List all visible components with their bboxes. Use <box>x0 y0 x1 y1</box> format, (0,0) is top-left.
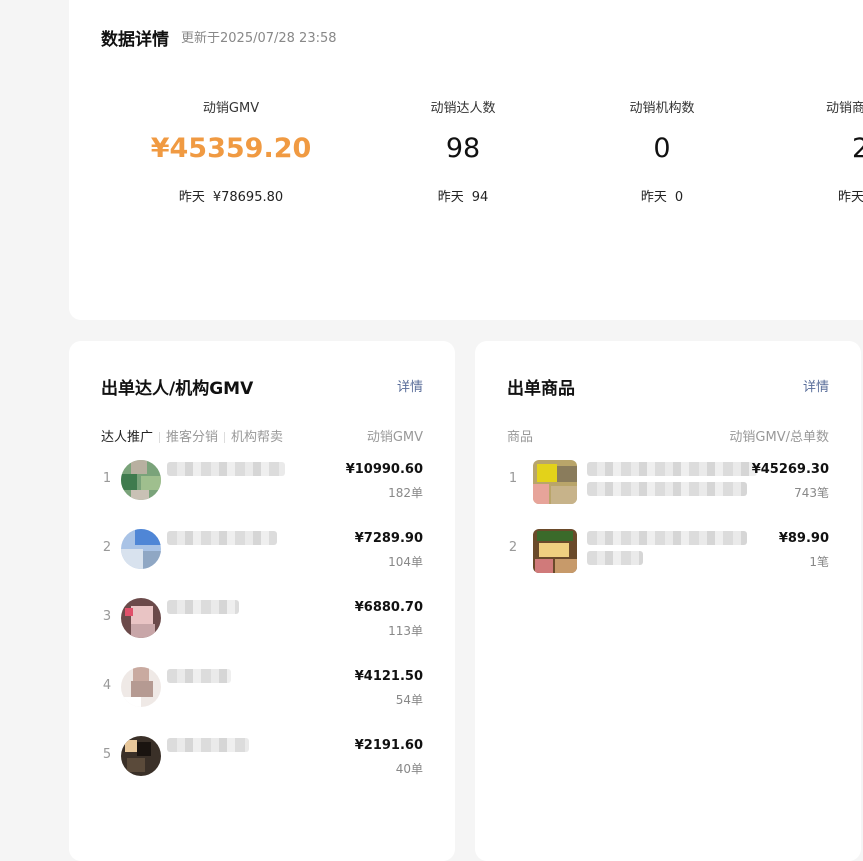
metric-agencies: 动销机构数 0 昨天 0 <box>562 100 762 205</box>
product-thumbnail <box>533 460 577 504</box>
blurred-name <box>167 531 277 545</box>
yesterday-value: ¥78695.80 <box>212 190 284 205</box>
yesterday-value: 0 <box>674 190 684 205</box>
metric-value: 2 <box>852 133 863 164</box>
yesterday-label: 昨天 <box>838 190 863 205</box>
avatar <box>121 736 161 776</box>
blurred-name <box>167 669 231 683</box>
list-item[interactable]: 5 ¥2191.60 40单 <box>101 732 423 780</box>
metric-products: 动销商 2 昨天 <box>826 100 863 205</box>
metric-gmv: 动销GMV ¥45359.20 昨天 ¥78695.80 <box>131 100 331 205</box>
products-card: 出单商品 详情 商品 动销GMV/总单数 1 ¥45269.30 743笔 2 … <box>475 341 861 861</box>
creators-detail-link[interactable]: 详情 <box>397 376 423 395</box>
avatar <box>121 460 161 500</box>
yesterday-label: 昨天 <box>178 190 205 205</box>
avatar <box>121 529 161 569</box>
section-title: 出单商品 <box>507 379 575 399</box>
order-count: 113单 <box>388 624 423 638</box>
list-item[interactable]: 1 ¥10990.60 182单 <box>101 456 423 504</box>
metric-value: 98 <box>445 133 481 164</box>
order-count: 54单 <box>395 693 423 707</box>
metric-yesterday: 昨天 0 <box>562 186 762 205</box>
metric-yesterday: 昨天 ¥78695.80 <box>131 186 331 205</box>
blurred-name <box>167 738 249 752</box>
order-count: 182单 <box>388 486 423 500</box>
blurred-name <box>587 531 747 545</box>
gmv-value: ¥10990.60 <box>345 462 423 477</box>
yesterday-label: 昨天 <box>437 190 464 205</box>
gmv-value: ¥7289.90 <box>354 531 423 546</box>
order-count: 104单 <box>388 555 423 569</box>
list-item[interactable]: 4 ¥4121.50 54单 <box>101 663 423 711</box>
blurred-name <box>587 551 643 565</box>
rank-number: 1 <box>102 471 112 486</box>
rank-number: 2 <box>508 540 518 555</box>
metric-label: 动销达人数 <box>430 101 496 116</box>
metric-value: 0 <box>653 133 671 164</box>
metric-yesterday: 昨天 94 <box>363 186 563 205</box>
metric-label: 动销商 <box>826 101 863 116</box>
order-count: 1笔 <box>809 555 829 569</box>
update-timestamp: 更新于2025/07/28 23:58 <box>181 31 337 46</box>
avatar <box>121 667 161 707</box>
metric-label: 动销机构数 <box>629 101 695 116</box>
rank-number: 5 <box>102 747 112 762</box>
metric-label: 动销GMV <box>202 101 260 116</box>
tab-affiliate[interactable]: 推客分销 <box>166 430 218 445</box>
gmv-value: ¥2191.60 <box>354 738 423 753</box>
tab-divider <box>224 432 226 443</box>
list-item[interactable]: 2 ¥89.90 1笔 <box>507 525 829 573</box>
order-count: 743笔 <box>794 486 829 500</box>
yesterday-label: 昨天 <box>640 190 667 205</box>
product-thumbnail <box>533 529 577 573</box>
creators-card: 出单达人/机构GMV 详情 达人推广 推客分销 机构帮卖 动销GMV 1 ¥1099… <box>69 341 455 861</box>
metric-yesterday: 昨天 <box>826 186 863 205</box>
order-count: 40单 <box>395 762 423 776</box>
list-item[interactable]: 2 ¥7289.90 104单 <box>101 525 423 573</box>
rank-number: 2 <box>102 540 112 555</box>
overview-card: 数据详情 更新于2025/07/28 23:58 动销GMV ¥45359.20… <box>69 0 863 320</box>
metric-creators: 动销达人数 98 昨天 94 <box>363 100 563 205</box>
column-header-product: 商品 <box>507 430 534 445</box>
blurred-name <box>167 600 239 614</box>
rank-number: 4 <box>102 678 112 693</box>
section-title: 出单达人/机构GMV <box>101 379 254 399</box>
gmv-value: ¥45269.30 <box>751 462 829 477</box>
metric-value: ¥45359.20 <box>150 133 312 164</box>
page-title: 数据详情 <box>101 30 169 50</box>
yesterday-value: 94 <box>471 190 489 205</box>
rank-number: 3 <box>102 609 112 624</box>
gmv-value: ¥6880.70 <box>354 600 423 615</box>
creator-tabs: 达人推广 推客分销 机构帮卖 <box>101 426 283 445</box>
gmv-value: ¥4121.50 <box>354 669 423 684</box>
tab-creator-promotion[interactable]: 达人推广 <box>101 430 153 445</box>
column-header-gmv: 动销GMV/总单数 <box>729 430 829 445</box>
products-detail-link[interactable]: 详情 <box>803 376 829 395</box>
tab-divider <box>159 432 161 443</box>
list-item[interactable]: 3 ¥6880.70 113单 <box>101 594 423 642</box>
gmv-value: ¥89.90 <box>778 531 829 546</box>
blurred-name <box>587 462 757 476</box>
blurred-name <box>587 482 747 496</box>
list-item[interactable]: 1 ¥45269.30 743笔 <box>507 456 829 504</box>
tab-agency-sell[interactable]: 机构帮卖 <box>231 430 283 445</box>
column-header: 动销GMV <box>366 430 423 445</box>
avatar <box>121 598 161 638</box>
blurred-name <box>167 462 285 476</box>
rank-number: 1 <box>508 471 518 486</box>
